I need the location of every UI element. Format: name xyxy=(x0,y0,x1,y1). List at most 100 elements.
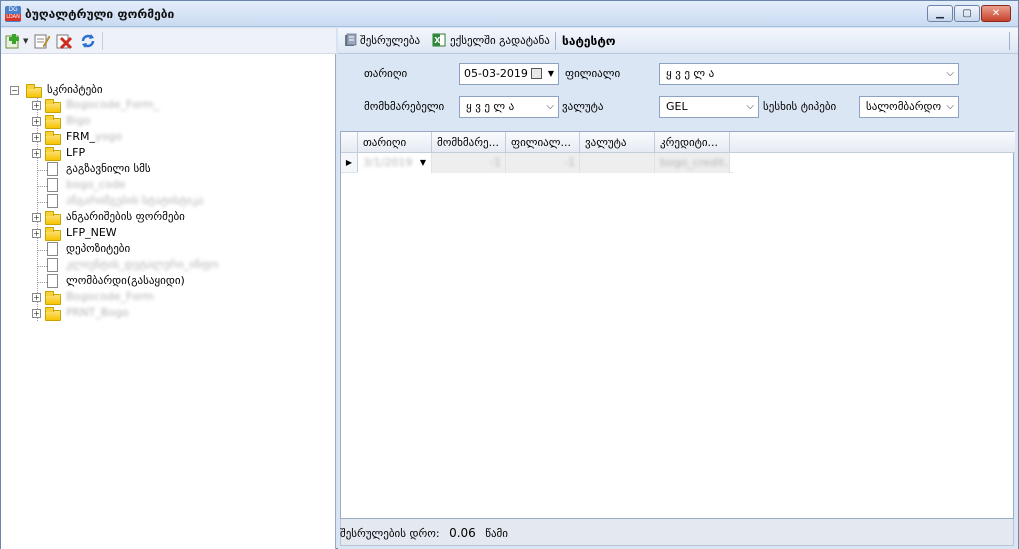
date-picker[interactable]: 05-03-2019 ▼ xyxy=(459,63,559,85)
tree-item[interactable]: ლომბარდი(გასაყიდი) xyxy=(66,274,185,287)
run-button[interactable]: შესრულება xyxy=(360,33,420,49)
tree-item[interactable]: FRM_yogo xyxy=(66,130,122,143)
calendar-icon[interactable] xyxy=(531,68,542,79)
user-select[interactable]: ყ ვ ე ლ ა ⌵ xyxy=(459,96,559,118)
close-button[interactable]: ✕ xyxy=(981,5,1011,22)
document-icon xyxy=(47,242,58,256)
tree-toolbar: ▼ xyxy=(1,28,336,54)
export-excel-button[interactable]: ექსელში გადატანა xyxy=(450,33,550,49)
maximize-icon: ▢ xyxy=(962,8,972,19)
scripts-pane: ▼ − სკრიპტები + Bogocode_Form_ + Bigo + … xyxy=(1,28,336,549)
app-logo-icon: DG LOAN xyxy=(5,6,21,22)
folder-icon xyxy=(45,115,61,129)
folder-icon xyxy=(45,227,61,241)
toolbar-separator xyxy=(1009,32,1010,50)
add-script-icon[interactable] xyxy=(5,32,23,50)
tree-item[interactable]: LFP_NEW xyxy=(66,226,117,239)
tree-item[interactable]: PRNT_Bogo xyxy=(66,306,129,319)
chevron-down-icon[interactable]: ▼ xyxy=(548,64,554,84)
tree-item[interactable]: Bogocode_Form_ xyxy=(66,98,159,111)
cell-credit[interactable]: bogo_credit... xyxy=(655,153,730,173)
tree-root-label[interactable]: სკრიპტები xyxy=(47,83,103,96)
tree-item-label: FRM_ xyxy=(66,130,95,143)
folder-icon xyxy=(45,291,61,305)
chevron-down-icon[interactable]: ⌵ xyxy=(946,97,954,117)
chevron-down-icon[interactable]: ▼ xyxy=(420,153,426,173)
document-icon xyxy=(47,274,58,288)
loan-type-label: სესხის ტიპები xyxy=(763,100,837,113)
loan-type-select[interactable]: სალომბარდო ⌵ xyxy=(859,96,959,118)
tree-item[interactable]: Bogocode_Form xyxy=(66,290,154,303)
cell-date-value: 3/1/2019 xyxy=(363,156,413,169)
column-header[interactable]: თარიღი xyxy=(358,132,432,153)
tree-expander[interactable]: + xyxy=(32,309,41,318)
document-icon xyxy=(47,258,58,272)
user-label: მომხმარებელი xyxy=(364,100,445,113)
folder-icon xyxy=(45,99,61,113)
tree-item[interactable]: Bigo xyxy=(66,114,90,127)
folder-icon xyxy=(45,131,61,145)
tree-expander[interactable]: + xyxy=(32,117,41,126)
excel-icon: X xyxy=(432,33,446,47)
tree-item[interactable]: LFP xyxy=(66,146,85,159)
minimize-icon: ▁ xyxy=(936,8,944,19)
svg-text:X: X xyxy=(434,36,441,45)
root-collapse-toggle[interactable]: − xyxy=(10,86,19,95)
tree-expander[interactable]: + xyxy=(32,293,41,302)
tree-expander[interactable]: + xyxy=(32,229,41,238)
document-icon xyxy=(47,162,58,176)
column-header[interactable]: ვალუტა xyxy=(580,132,655,153)
main-window: DG LOAN ბუღალტრული ფორმები ▁ ▢ ✕ ▼ − სკრ… xyxy=(0,0,1019,549)
toolbar-separator xyxy=(102,32,103,50)
document-icon xyxy=(47,178,58,192)
column-header[interactable]: მომხმარე... xyxy=(432,132,506,153)
tree-expander[interactable]: + xyxy=(32,101,41,110)
tree-item[interactable]: გაგზავნილი სმს xyxy=(66,162,151,175)
window-title: ბუღალტრული ფორმები xyxy=(25,7,175,21)
cell-branch[interactable]: -1 xyxy=(506,153,580,173)
tree-item[interactable]: bogo_code xyxy=(66,178,125,191)
cell-user[interactable]: -1 xyxy=(432,153,506,173)
exec-time-unit: წამი xyxy=(485,527,509,540)
document-icon xyxy=(47,194,58,208)
run-icon xyxy=(345,33,357,46)
tree-item[interactable]: დეპოზიტები xyxy=(66,242,130,255)
chevron-down-icon[interactable]: ⌵ xyxy=(746,97,754,117)
delete-icon[interactable] xyxy=(55,32,73,50)
tree-connector xyxy=(38,282,47,283)
tree-expander[interactable]: + xyxy=(32,133,41,142)
row-header-corner xyxy=(341,132,358,153)
tree-expander[interactable]: + xyxy=(32,213,41,222)
minimize-button[interactable]: ▁ xyxy=(927,5,953,22)
exec-time-label: შესრულების დრო: xyxy=(340,527,440,540)
column-header[interactable]: ფილიალ... xyxy=(506,132,580,153)
table-row[interactable]: 3/1/2019 ▼ -1 -1 bogo_credit... xyxy=(341,153,733,173)
folder-icon xyxy=(26,84,42,98)
tree-item[interactable]: ანგარიშგების სტატისტიკა xyxy=(66,194,203,207)
tree-item[interactable]: ანგარიშების ფორმები xyxy=(66,210,185,223)
tree-connector xyxy=(38,266,47,267)
edit-icon[interactable] xyxy=(33,32,51,50)
tree-connector xyxy=(37,97,38,321)
cell-date[interactable]: 3/1/2019 ▼ xyxy=(358,153,432,173)
currency-select[interactable]: GEL ⌵ xyxy=(659,96,759,118)
folder-icon xyxy=(45,307,61,321)
maximize-button[interactable]: ▢ xyxy=(954,5,980,22)
cell-currency[interactable] xyxy=(580,153,655,173)
chevron-down-icon[interactable]: ⌵ xyxy=(946,64,954,84)
add-dropdown-icon[interactable]: ▼ xyxy=(23,37,28,45)
report-title: სატესტო xyxy=(562,34,616,48)
column-header[interactable]: კრედიტი... xyxy=(655,132,730,153)
refresh-icon[interactable] xyxy=(79,32,97,50)
title-bar: DG LOAN ბუღალტრული ფორმები ▁ ▢ ✕ xyxy=(1,1,1018,27)
report-pane: შესრულება X ექსელში გადატანა სატესტო თარ… xyxy=(338,28,1018,549)
branch-value: ყ ვ ე ლ ა xyxy=(666,67,715,80)
chevron-down-icon[interactable]: ⌵ xyxy=(546,97,554,117)
currency-value: GEL xyxy=(666,100,688,113)
results-grid: თარიღი მომხმარე... ფილიალ... ვალუტა კრედ… xyxy=(340,131,1015,519)
tree-item[interactable]: კლიენტის_დეტალური_ინფო xyxy=(66,258,218,271)
tree-expander[interactable]: + xyxy=(32,149,41,158)
scripts-tree: − სკრიპტები + Bogocode_Form_ + Bigo + FR… xyxy=(1,55,336,549)
branch-select[interactable]: ყ ვ ე ლ ა ⌵ xyxy=(659,63,959,85)
tree-connector xyxy=(38,202,47,203)
